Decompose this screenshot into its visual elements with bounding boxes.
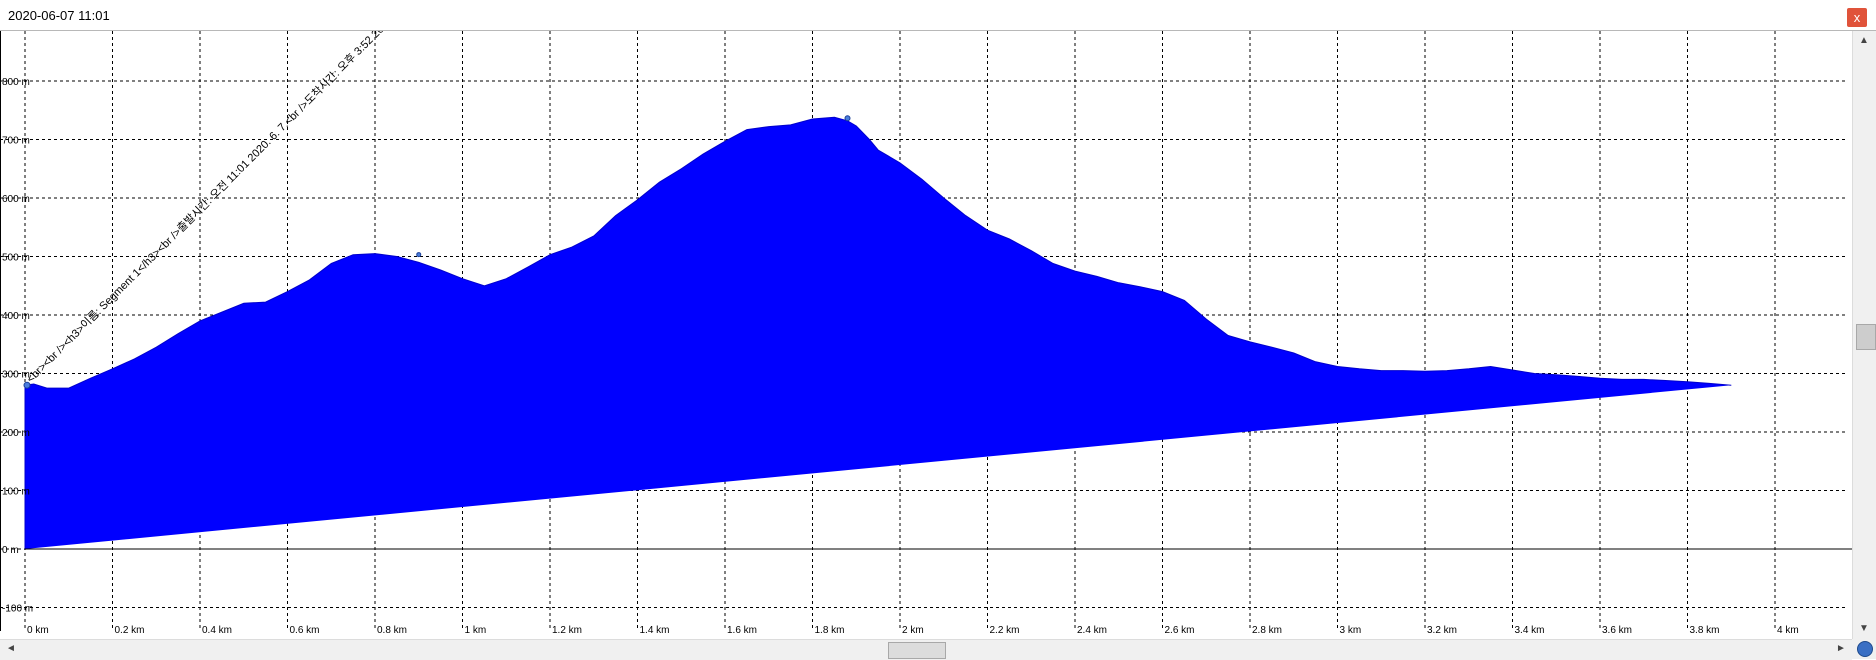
peak-marker (844, 115, 851, 122)
x-tick-label: 3 km (1340, 625, 1362, 636)
globe-icon (1857, 641, 1873, 657)
waypoint-marker (416, 252, 422, 258)
x-tick-label: 1.4 km (640, 625, 670, 636)
x-tick-label: 2 km (902, 625, 924, 636)
y-tick-label: 0 m (2, 545, 19, 556)
y-tick-label: 700 m (2, 136, 30, 147)
x-tick-label: 3.6 km (1602, 625, 1632, 636)
y-tick-label: 100 m (2, 487, 30, 498)
y-tick-label: -100 m (2, 604, 33, 615)
x-tick-label: 0.8 km (377, 625, 407, 636)
x-tick-label: 4 km (1777, 625, 1799, 636)
elevation-profile-chart: -100 m0 m100 m200 m300 m400 m500 m600 m7… (0, 31, 1852, 639)
window-title: 2020-06-07 11:01 (8, 8, 110, 23)
x-tick-label: 2.6 km (1165, 625, 1195, 636)
x-tick-label: 0.6 km (290, 625, 320, 636)
close-button[interactable]: x (1847, 8, 1867, 27)
vertical-scrollbar[interactable]: ▲ ▼ (1852, 31, 1876, 639)
x-tick-label: 0.2 km (115, 625, 145, 636)
horizontal-scrollbar[interactable]: ◄ ► (0, 639, 1852, 660)
y-tick-label: 600 m (2, 194, 30, 205)
y-tick-label: 500 m (2, 253, 30, 264)
x-tick-label: 2.4 km (1077, 625, 1107, 636)
scroll-right-arrow-icon[interactable]: ► (1836, 643, 1846, 654)
horizontal-scroll-thumb[interactable] (888, 642, 946, 659)
scroll-down-arrow-icon[interactable]: ▼ (1859, 623, 1869, 634)
x-tick-label: 1 km (465, 625, 487, 636)
x-tick-label: 3.8 km (1690, 625, 1720, 636)
x-tick-label: 3.2 km (1427, 625, 1457, 636)
y-tick-label: 400 m (2, 311, 30, 322)
x-tick-label: 1.6 km (727, 625, 757, 636)
y-tick-label: 200 m (2, 428, 30, 439)
vertical-scroll-thumb[interactable] (1856, 324, 1876, 350)
x-tick-label: 0.4 km (202, 625, 232, 636)
x-tick-label: 1.8 km (815, 625, 845, 636)
scroll-up-arrow-icon[interactable]: ▲ (1859, 35, 1869, 46)
scroll-corner (1852, 639, 1876, 659)
x-tick-label: 0 km (27, 625, 49, 636)
x-tick-label: 2.2 km (990, 625, 1020, 636)
scroll-left-arrow-icon[interactable]: ◄ (6, 643, 16, 654)
x-tick-label: 3.4 km (1515, 625, 1545, 636)
x-tick-label: 2.8 km (1252, 625, 1282, 636)
x-tick-label: 1.2 km (552, 625, 582, 636)
y-tick-label: 800 m (2, 77, 30, 88)
title-bar: 2020-06-07 11:01 x (0, 0, 1876, 31)
x-axis-ticks: 0 km 0.2 km 0.4 km 0.6 km 0.8 km 1 km 1.2 km 1.… (27, 625, 1799, 636)
start-marker (23, 381, 31, 389)
